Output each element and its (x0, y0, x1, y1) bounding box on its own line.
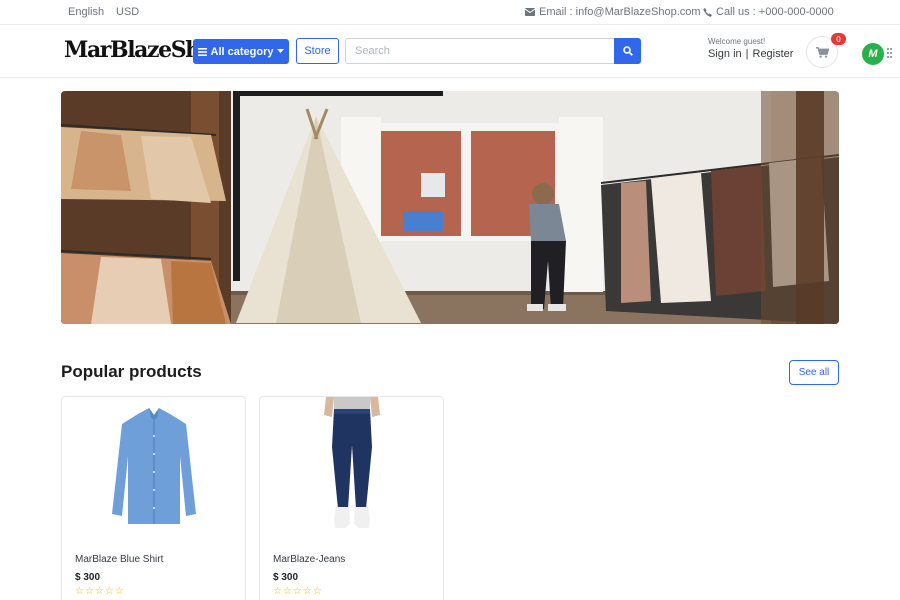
caret-down-icon (277, 49, 285, 53)
jeans-image (323, 397, 380, 528)
auth-separator: | (745, 48, 749, 60)
search-button[interactable] (614, 38, 641, 64)
drag-handle-icon[interactable] (887, 48, 893, 60)
envelope-icon (525, 8, 535, 16)
sign-in-link[interactable]: Sign in (708, 48, 742, 60)
welcome-text: Welcome guest! (708, 37, 766, 46)
search-input[interactable] (345, 38, 615, 64)
product-image[interactable] (62, 397, 245, 540)
all-category-label: All category (210, 45, 274, 58)
blue-shirt-image (111, 408, 196, 524)
contact-email[interactable]: Email : info@MarBlazeShop.com (525, 6, 701, 18)
auth-links: Sign in | Register (708, 48, 793, 60)
browser-extension-icon[interactable]: M (862, 43, 884, 65)
contact-phone[interactable]: Call us : +000-000-0000 (703, 6, 834, 18)
search-icon (622, 46, 633, 56)
register-link[interactable]: Register (753, 48, 794, 60)
popular-products-title: Popular products (61, 362, 202, 381)
see-all-button[interactable]: See all (789, 360, 839, 385)
all-category-button[interactable]: All category (193, 39, 289, 64)
store-button[interactable]: Store (296, 38, 339, 64)
product-price: $ 300 (75, 572, 101, 583)
clothing-store-photo (61, 91, 839, 324)
bars-icon (197, 47, 207, 56)
contact-email-text: Email : info@MarBlazeShop.com (539, 6, 701, 18)
language-selector[interactable]: English (68, 6, 104, 18)
phone-icon (703, 7, 712, 17)
top-bar: English USD Email : info@MarBlazeShop.co… (0, 0, 900, 25)
shopping-cart-icon (815, 46, 829, 58)
hero-banner[interactable] (61, 91, 839, 324)
product-name[interactable]: MarBlaze-Jeans (273, 554, 345, 565)
product-price: $ 300 (273, 572, 299, 583)
rating-stars: ☆☆☆☆☆ (75, 586, 125, 597)
cart-count-badge: 0 (831, 33, 846, 45)
product-card[interactable]: MarBlaze-Jeans $ 300 ☆☆☆☆☆ (259, 396, 444, 600)
product-name[interactable]: MarBlaze Blue Shirt (75, 554, 163, 565)
main-header: MarBlazeShop All category Store Welcome … (0, 26, 900, 78)
product-image[interactable] (260, 397, 443, 540)
contact-phone-text: Call us : +000-000-0000 (716, 6, 834, 18)
product-card[interactable]: MarBlaze Blue Shirt $ 300 ☆☆☆☆☆ (61, 396, 246, 600)
rating-stars: ☆☆☆☆☆ (273, 586, 323, 597)
currency-selector[interactable]: USD (116, 6, 139, 18)
